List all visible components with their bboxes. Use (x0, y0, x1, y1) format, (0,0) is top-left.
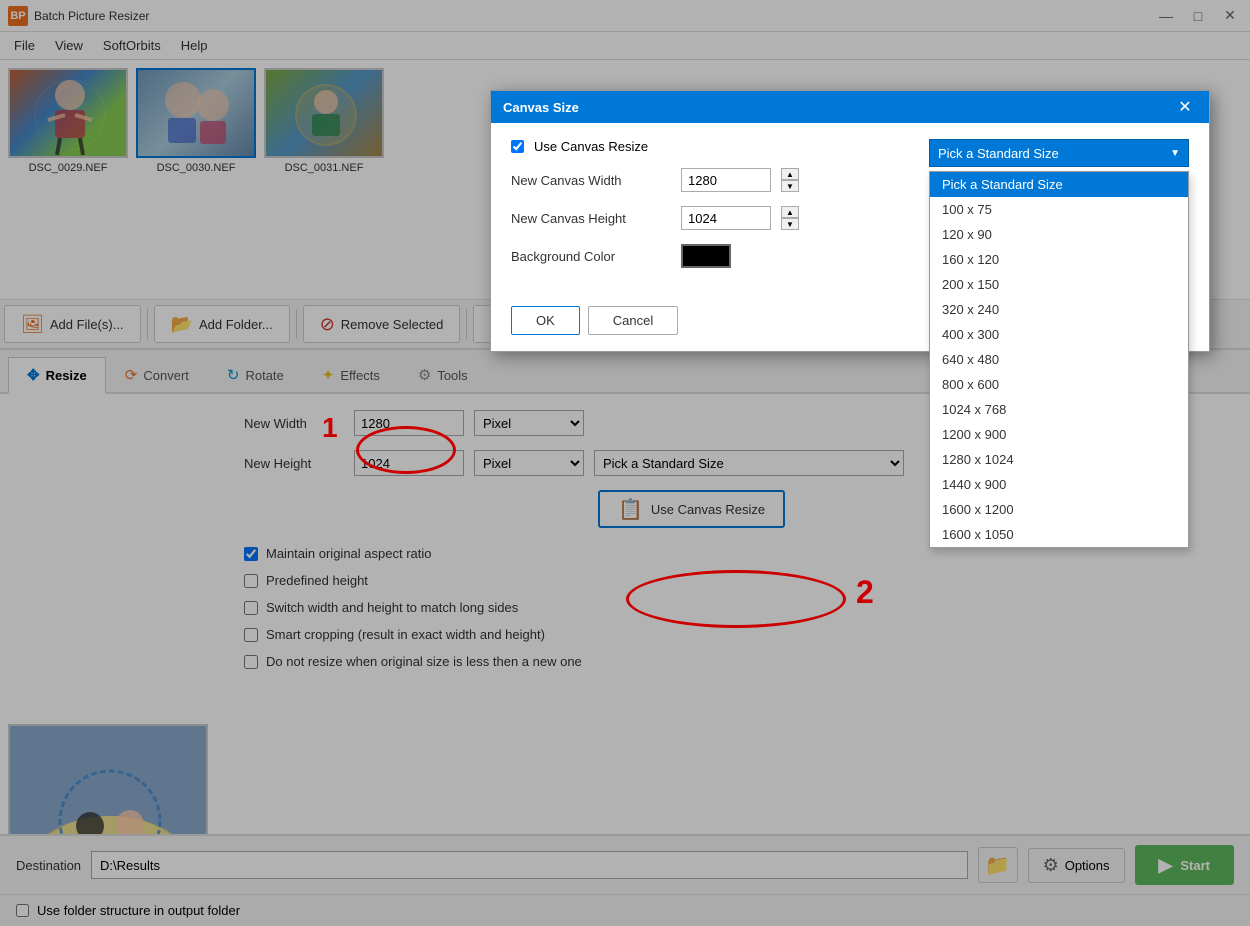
canvas-size-dialog: Canvas Size ✕ Use Canvas Resize New Canv… (490, 90, 1210, 352)
canvas-height-label: New Canvas Height (511, 211, 671, 226)
dropdown-item-1280x1024[interactable]: 1280 x 1024 (930, 447, 1188, 472)
canvas-width-down-button[interactable]: ▼ (781, 180, 799, 192)
canvas-height-spinners: ▲ ▼ (781, 206, 799, 230)
dropdown-item-1600x1200[interactable]: 1600 x 1200 (930, 497, 1188, 522)
canvas-height-row: New Canvas Height ▲ ▼ (511, 206, 913, 230)
background-color-swatch[interactable] (681, 244, 731, 268)
canvas-width-spinners: ▲ ▼ (781, 168, 799, 192)
dropdown-item-pick[interactable]: Pick a Standard Size (930, 172, 1188, 197)
dropdown-item-400x300[interactable]: 400 x 300 (930, 322, 1188, 347)
canvas-width-up-button[interactable]: ▲ (781, 168, 799, 180)
use-canvas-dialog-label: Use Canvas Resize (534, 139, 648, 154)
use-canvas-dialog-checkbox[interactable] (511, 140, 524, 153)
standard-size-dropdown-list: Pick a Standard Size 100 x 75 120 x 90 1… (929, 171, 1189, 548)
dropdown-item-100x75[interactable]: 100 x 75 (930, 197, 1188, 222)
dropdown-chevron-icon: ▼ (1170, 148, 1180, 159)
standard-size-dropdown-button[interactable]: Pick a Standard Size ▼ (929, 139, 1189, 167)
dialog-right: Pick a Standard Size ▼ Pick a Standard S… (929, 139, 1189, 282)
dropdown-item-1200x900[interactable]: 1200 x 900 (930, 422, 1188, 447)
bg-color-row: Background Color (511, 244, 913, 268)
dialog-body: Use Canvas Resize New Canvas Width ▲ ▼ N… (491, 123, 1209, 298)
canvas-width-row: New Canvas Width ▲ ▼ (511, 168, 913, 192)
canvas-height-input[interactable] (681, 206, 771, 230)
use-canvas-row: Use Canvas Resize (511, 139, 913, 154)
bg-color-label: Background Color (511, 249, 671, 264)
dropdown-item-1440x900[interactable]: 1440 x 900 (930, 472, 1188, 497)
canvas-height-down-button[interactable]: ▼ (781, 218, 799, 230)
dropdown-item-120x90[interactable]: 120 x 90 (930, 222, 1188, 247)
dialog-left: Use Canvas Resize New Canvas Width ▲ ▼ N… (511, 139, 913, 282)
dialog-cancel-button[interactable]: Cancel (588, 306, 678, 335)
dropdown-item-1024x768[interactable]: 1024 x 768 (930, 397, 1188, 422)
canvas-height-up-button[interactable]: ▲ (781, 206, 799, 218)
dialog-title: Canvas Size (503, 100, 579, 115)
canvas-width-label: New Canvas Width (511, 173, 671, 188)
dialog-close-button[interactable]: ✕ (1173, 95, 1197, 119)
dialog-ok-button[interactable]: OK (511, 306, 580, 335)
canvas-width-input[interactable] (681, 168, 771, 192)
dropdown-item-200x150[interactable]: 200 x 150 (930, 272, 1188, 297)
dropdown-item-800x600[interactable]: 800 x 600 (930, 372, 1188, 397)
dialog-titlebar: Canvas Size ✕ (491, 91, 1209, 123)
dropdown-item-160x120[interactable]: 160 x 120 (930, 247, 1188, 272)
dropdown-item-1600x1050[interactable]: 1600 x 1050 (930, 522, 1188, 547)
dropdown-item-320x240[interactable]: 320 x 240 (930, 297, 1188, 322)
dropdown-item-640x480[interactable]: 640 x 480 (930, 347, 1188, 372)
